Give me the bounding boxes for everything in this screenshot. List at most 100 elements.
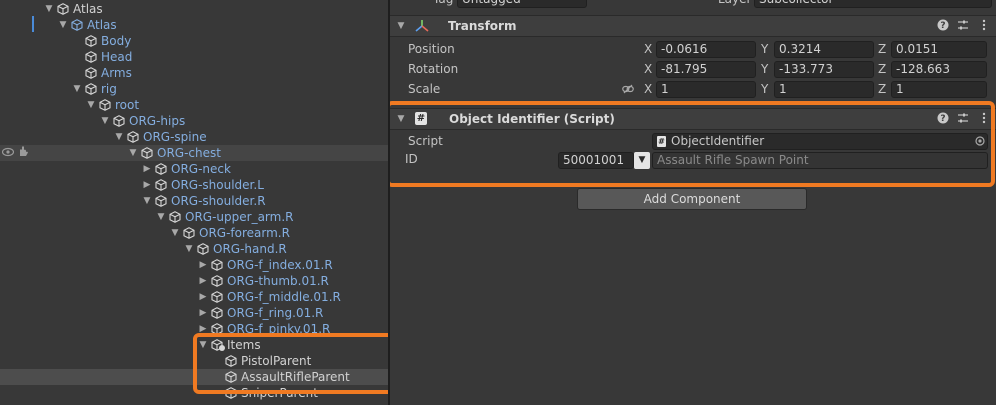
kebab-menu-icon[interactable] bbox=[977, 112, 990, 125]
transform-position-x-input[interactable]: -0.0616 bbox=[656, 41, 756, 58]
gameobject-cube-icon bbox=[85, 35, 97, 47]
object-identifier-header[interactable]: ▼ # Object Identifier (Script) ? bbox=[390, 108, 996, 130]
hierarchy-item[interactable]: Body bbox=[0, 33, 388, 49]
hierarchy-item[interactable]: ▼ rig bbox=[0, 81, 388, 97]
transform-position-z-input[interactable]: 0.0151 bbox=[891, 41, 987, 58]
hierarchy-item[interactable]: PistolParent bbox=[0, 353, 388, 369]
hierarchy-item[interactable]: ▶ ORG-f_ring.01.R bbox=[0, 305, 388, 321]
prefab-cube-icon bbox=[71, 19, 83, 31]
id-input[interactable]: 50001001 bbox=[558, 152, 634, 169]
expand-arrow-icon[interactable]: ▼ bbox=[86, 97, 96, 113]
tag-label: Tag bbox=[433, 0, 453, 8]
hierarchy-item[interactable]: ▼ Atlas bbox=[0, 17, 388, 33]
axis-z-label[interactable]: Z bbox=[878, 80, 886, 98]
help-icon[interactable]: ? bbox=[936, 19, 949, 32]
hierarchy-item-label: ORG-thumb.01.R bbox=[227, 274, 329, 288]
collapse-arrow-icon[interactable]: ▶ bbox=[198, 273, 208, 289]
transform-rotation-y-input[interactable]: -133.773 bbox=[774, 61, 874, 78]
add-component-button[interactable]: Add Component bbox=[577, 188, 807, 210]
hierarchy-item[interactable]: Arms bbox=[0, 65, 388, 81]
transform-rotation-x-input[interactable]: -81.795 bbox=[656, 61, 756, 78]
hierarchy-item-label: AssaultRifleParent bbox=[241, 370, 350, 384]
hierarchy-item[interactable]: ▼ ORG-chest bbox=[0, 145, 388, 161]
expand-arrow-icon[interactable]: ▼ bbox=[58, 17, 68, 33]
gameobject-cube-icon bbox=[225, 355, 237, 367]
hierarchy-item-label: Atlas bbox=[87, 18, 117, 32]
transform-title: Transform bbox=[448, 19, 517, 33]
expand-arrow-icon[interactable]: ▼ bbox=[156, 209, 166, 225]
kebab-menu-icon[interactable] bbox=[977, 19, 990, 32]
hierarchy-item-label: Atlas bbox=[73, 2, 103, 16]
hierarchy-item[interactable]: ▶ ORG-shoulder.L bbox=[0, 177, 388, 193]
transform-rotation-z-input[interactable]: -128.663 bbox=[891, 61, 987, 78]
hierarchy-item[interactable]: ▼ ORG-forearm.R bbox=[0, 225, 388, 241]
hierarchy-item[interactable]: ▶ ORG-f_middle.01.R bbox=[0, 289, 388, 305]
collapse-arrow-icon[interactable]: ▶ bbox=[198, 305, 208, 321]
hierarchy-item[interactable]: ▶ ORG-f_index.01.R bbox=[0, 257, 388, 273]
hierarchy-item[interactable]: ▶ ORG-neck bbox=[0, 161, 388, 177]
transform-position-y-input[interactable]: 0.3214 bbox=[774, 41, 874, 58]
hierarchy-item-label: Head bbox=[101, 50, 133, 64]
hierarchy-item[interactable]: ▼ ORG-hips bbox=[0, 113, 388, 129]
expand-arrow-icon[interactable]: ▼ bbox=[198, 337, 208, 353]
hierarchy-item[interactable]: SniperParent bbox=[0, 385, 388, 401]
axis-y-label[interactable]: Y bbox=[761, 40, 768, 58]
transform-scale-y-input[interactable]: 1 bbox=[774, 81, 874, 98]
collapse-arrow-icon[interactable]: ▶ bbox=[198, 321, 208, 337]
axis-z-label[interactable]: Z bbox=[878, 40, 886, 58]
axis-x-label[interactable]: X bbox=[644, 40, 652, 58]
axis-y-label[interactable]: Y bbox=[761, 60, 768, 78]
object-identifier-foldout-arrow[interactable]: ▼ bbox=[396, 109, 406, 129]
axis-x-label[interactable]: X bbox=[644, 80, 652, 98]
collapse-arrow-icon[interactable]: ▶ bbox=[198, 289, 208, 305]
tag-dropdown[interactable]: Untagged bbox=[457, 0, 587, 8]
collapse-arrow-icon[interactable]: ▶ bbox=[142, 161, 152, 177]
expand-arrow-icon[interactable]: ▼ bbox=[44, 1, 54, 17]
hierarchy-item[interactable]: ▼ ORG-shoulder.R bbox=[0, 193, 388, 209]
expand-arrow-icon[interactable]: ▼ bbox=[114, 129, 124, 145]
expand-arrow-icon[interactable]: ▼ bbox=[128, 145, 138, 161]
collapse-arrow-icon[interactable]: ▶ bbox=[198, 257, 208, 273]
transform-scale-z-input[interactable]: 1 bbox=[891, 81, 987, 98]
hierarchy-item-label: ORG-hips bbox=[129, 114, 186, 128]
hierarchy-item[interactable]: ▶ ORG-f_pinky.01.R bbox=[0, 321, 388, 337]
id-dropdown-button[interactable]: ▼ bbox=[634, 152, 650, 169]
gameobject-cube-icon bbox=[169, 211, 181, 223]
added-overlay-icon bbox=[219, 345, 225, 351]
hierarchy-item[interactable]: ▼ Atlas bbox=[0, 1, 388, 17]
object-picker-icon[interactable] bbox=[975, 136, 985, 146]
hierarchy-item-label: Items bbox=[227, 338, 261, 352]
hierarchy-item[interactable]: ▼ ORG-spine bbox=[0, 129, 388, 145]
expand-arrow-icon[interactable]: ▼ bbox=[100, 113, 110, 129]
pickable-hand-icon[interactable] bbox=[17, 145, 29, 157]
hierarchy-item[interactable]: ▼ Items bbox=[0, 337, 388, 353]
svg-text:?: ? bbox=[940, 114, 945, 124]
transform-header[interactable]: ▼ Transform ? bbox=[390, 15, 996, 37]
axis-y-label[interactable]: Y bbox=[761, 80, 768, 98]
presets-icon[interactable] bbox=[956, 19, 969, 32]
expand-arrow-icon[interactable]: ▼ bbox=[184, 241, 194, 257]
hierarchy-item[interactable]: ▼ ORG-upper_arm.R bbox=[0, 209, 388, 225]
link-icon[interactable] bbox=[622, 84, 634, 94]
hierarchy-item-label: Body bbox=[101, 34, 132, 48]
hierarchy-item[interactable]: AssaultRifleParent bbox=[0, 369, 388, 385]
gameobject-cube-icon bbox=[183, 227, 195, 239]
expand-arrow-icon[interactable]: ▼ bbox=[72, 81, 82, 97]
axis-x-label[interactable]: X bbox=[644, 60, 652, 78]
collapse-arrow-icon[interactable]: ▶ bbox=[142, 177, 152, 193]
transform-scale-x-input[interactable]: 1 bbox=[656, 81, 756, 98]
hierarchy-item[interactable]: ▼ ORG-hand.R bbox=[0, 241, 388, 257]
help-icon[interactable]: ? bbox=[936, 112, 949, 125]
expand-arrow-icon[interactable]: ▼ bbox=[170, 225, 180, 241]
hierarchy-item[interactable]: Head bbox=[0, 49, 388, 65]
expand-arrow-icon[interactable]: ▼ bbox=[142, 193, 152, 209]
axis-z-label[interactable]: Z bbox=[878, 60, 886, 78]
transform-foldout-arrow[interactable]: ▼ bbox=[396, 16, 406, 36]
layer-dropdown[interactable]: Subcollector bbox=[754, 0, 992, 8]
presets-icon[interactable] bbox=[956, 112, 969, 125]
visibility-eye-icon[interactable] bbox=[2, 147, 14, 157]
hierarchy-item[interactable]: ▼ root bbox=[0, 97, 388, 113]
hierarchy-item[interactable]: ▶ ORG-thumb.01.R bbox=[0, 273, 388, 289]
hierarchy-item-label: SniperParent bbox=[241, 386, 318, 400]
script-object-field[interactable]: ObjectIdentifier bbox=[652, 133, 988, 150]
